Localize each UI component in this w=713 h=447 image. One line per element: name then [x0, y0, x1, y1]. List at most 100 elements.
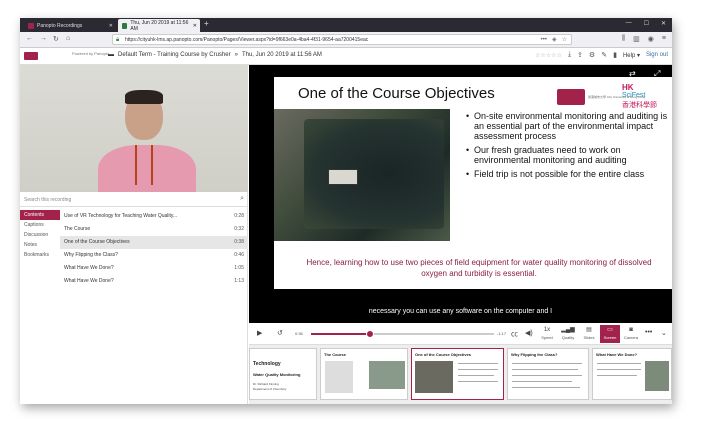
play-icon[interactable]: ▶: [257, 329, 262, 337]
collapse-chevron-icon[interactable]: ⌄: [661, 329, 667, 337]
thumbnail-item[interactable]: The Course: [320, 348, 408, 400]
close-tab-icon[interactable]: ✕: [193, 23, 197, 29]
sign-out-link[interactable]: Sign out: [646, 52, 668, 58]
slide: One of the Course Objectives 香港城市大學 City…: [274, 77, 672, 289]
home-icon[interactable]: ⌂: [66, 35, 70, 42]
quality-icon: ▂▄▆: [561, 327, 575, 333]
slides-button[interactable]: ▤ Slides: [579, 325, 599, 343]
tab-panopto-recordings[interactable]: Panopto Recordings ✕: [24, 19, 116, 32]
speed-value: 1x: [543, 327, 551, 333]
thumbnail-line: [512, 387, 580, 388]
camera-button[interactable]: ◙ Camera: [621, 325, 641, 343]
thumbnail-item[interactable]: One of the Course Objectives: [411, 348, 504, 400]
stats-icon[interactable]: ▮: [613, 51, 617, 59]
maximize-icon[interactable]: ☐: [644, 20, 649, 27]
thumbnail-strip: Technology Water Quality Monitoring Dr. …: [249, 345, 672, 404]
tab-session[interactable]: Thu, Jun 20 2019 at 11:56 AM ✕: [118, 19, 200, 32]
thumbnail-line: [512, 363, 582, 364]
panopto-favicon-icon: [28, 22, 34, 29]
thumbnail-image: [369, 361, 405, 389]
tab-notes[interactable]: Notes: [20, 240, 60, 250]
tab-contents[interactable]: Contents: [20, 210, 60, 220]
thumbnail-subtitle: Water Quality Monitoring: [253, 372, 301, 377]
browser-toolbar-right: ⫼ ▥ ◉ ≡: [622, 35, 666, 43]
edit-pencil-icon[interactable]: ✎: [601, 51, 607, 59]
thumbnail-line: [597, 375, 637, 376]
share-icon[interactable]: ⇪: [577, 51, 583, 59]
new-tab-icon[interactable]: +: [204, 19, 209, 28]
monitoring-device: [328, 169, 358, 185]
list-item[interactable]: One of the Course Objectives 0:38: [60, 236, 248, 249]
quality-button[interactable]: ▂▄▆ Quality: [558, 325, 578, 343]
screen-button[interactable]: ▭ Screen: [600, 325, 620, 343]
menu-icon[interactable]: ≡: [662, 35, 666, 43]
thumbnail-item[interactable]: Why Flipping the Class?: [507, 348, 589, 400]
library-icon[interactable]: ⫼: [622, 35, 625, 43]
list-item[interactable]: The Course 0:32: [60, 223, 248, 236]
list-item[interactable]: What Have We Done? 1:13: [60, 275, 248, 288]
pocket-icon[interactable]: ◈: [552, 35, 557, 45]
contents-list: Use of VR Technology for Teaching Water …: [60, 210, 248, 288]
tab-discussion[interactable]: Discussion: [20, 230, 60, 240]
thumbnail-line: [597, 369, 641, 370]
tab-bar: Panopto Recordings ✕ Thu, Jun 20 2019 at…: [20, 18, 672, 32]
address-bar[interactable]: 🔒︎ https://cityuhk-lms.ap.panopto.com/Pa…: [112, 34, 572, 45]
download-icon[interactable]: ⤓: [568, 51, 571, 59]
account-icon[interactable]: ◉: [648, 35, 654, 43]
settings-gear-icon[interactable]: ⚙: [589, 51, 595, 59]
rating-stars-icon[interactable]: ☆☆☆☆☆: [535, 52, 562, 59]
camera-icon: ◙: [629, 327, 633, 333]
help-menu[interactable]: Help ▾: [623, 52, 640, 59]
thumbnail-item[interactable]: Technology Water Quality Monitoring Dr. …: [249, 348, 317, 400]
speed-button[interactable]: 1x Speed: [537, 325, 557, 343]
thumbnail-item[interactable]: What Have We Done?: [592, 348, 672, 400]
presenter-video[interactable]: [20, 65, 248, 192]
close-tab-icon[interactable]: ✕: [109, 23, 113, 29]
url-actions: ••• ◈ ☆: [541, 35, 567, 45]
tab-label: Thu, Jun 20 2019 at 11:56 AM: [130, 19, 189, 32]
thumbnail-line: [458, 363, 498, 364]
bookmark-star-icon[interactable]: ☆: [562, 35, 567, 45]
sidebar-icon[interactable]: ▥: [633, 35, 640, 43]
tab-captions[interactable]: Captions: [20, 220, 60, 230]
tab-bookmarks[interactable]: Bookmarks: [20, 250, 60, 260]
cityu-logo-mark: [557, 89, 585, 105]
more-icon[interactable]: •••: [541, 35, 547, 45]
current-time: 0:36: [295, 331, 303, 336]
camera-label: Camera: [623, 335, 639, 340]
list-item[interactable]: Use of VR Technology for Teaching Water …: [60, 210, 248, 223]
breadcrumb-folder[interactable]: Default Term - Training Course by Crushe…: [118, 52, 231, 58]
rewind-icon[interactable]: ↺: [277, 329, 283, 337]
thumbnail-line: [458, 381, 498, 382]
cc-icon[interactable]: ㏄: [511, 329, 518, 339]
thumbnail-title: One of the Course Objectives: [415, 352, 472, 357]
thumbnail-line: [458, 369, 498, 370]
more-options-icon[interactable]: •••: [645, 329, 652, 336]
back-icon[interactable]: ←: [26, 35, 33, 42]
window-controls: — ☐ ✕: [626, 20, 666, 27]
thumbnail-line: [512, 381, 572, 382]
pool-water: [304, 119, 444, 229]
main-stage[interactable]: ⇄ ⤢ One of the Course Objectives 香港城市大學 …: [249, 65, 672, 323]
thumbnail-title: Why Flipping the Class?: [511, 352, 558, 357]
minimize-icon[interactable]: —: [626, 20, 632, 27]
speed-label: Speed: [541, 335, 553, 340]
thumbnail-image: [645, 361, 669, 391]
bullet-item: Field trip is not possible for the entir…: [466, 169, 671, 179]
cityu-logo[interactable]: [24, 52, 38, 60]
seek-bar[interactable]: [311, 330, 494, 338]
volume-icon[interactable]: ◀): [525, 329, 533, 337]
breadcrumb: ▬ Default Term - Training Course by Crus…: [108, 52, 322, 58]
scifest-logo-line2: SciFest: [622, 92, 646, 99]
search-input[interactable]: Search this recording ⌕: [20, 192, 248, 207]
search-icon[interactable]: ⌕: [240, 195, 244, 203]
list-item[interactable]: What Have We Done? 1:05: [60, 262, 248, 275]
forward-icon[interactable]: →: [40, 35, 47, 42]
thumbnail-line: [512, 375, 582, 376]
lock-icon: 🔒︎: [116, 37, 120, 43]
scifest-logo-chinese: 香港科學節: [622, 102, 657, 109]
seek-handle[interactable]: [365, 330, 374, 338]
close-window-icon[interactable]: ✕: [661, 20, 666, 27]
list-item[interactable]: Why Flipping the Class? 0:46: [60, 249, 248, 262]
reload-icon[interactable]: ↻: [53, 35, 59, 43]
